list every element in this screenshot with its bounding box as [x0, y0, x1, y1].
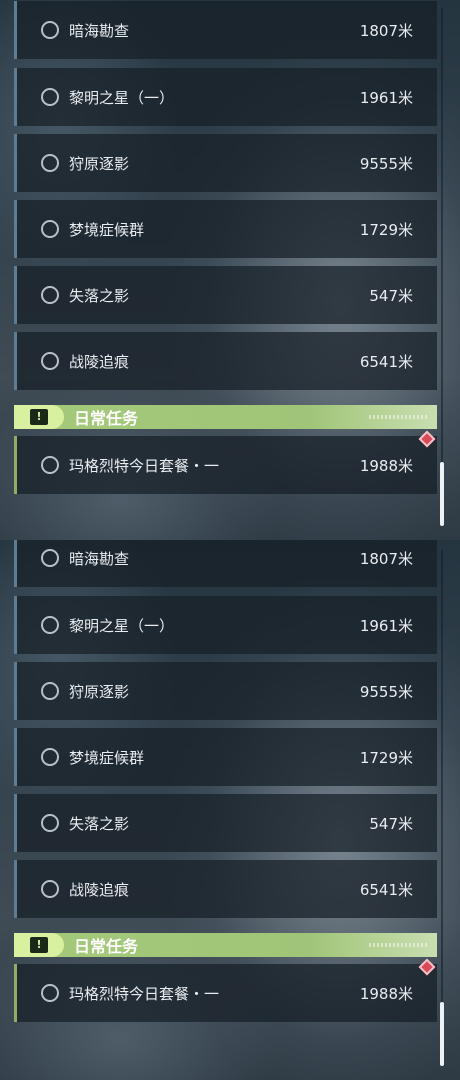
quest-radio-icon[interactable]	[41, 616, 59, 634]
quest-distance: 547米	[369, 814, 413, 833]
quest-distance: 1961米	[359, 616, 413, 635]
quest-panel-bottom: 暗海勘查 1807米 黎明之星（一） 1961米 狩原逐影 9555米 梦境症候…	[0, 540, 460, 1080]
exclamation-icon: !	[30, 409, 48, 425]
quest-radio-icon[interactable]	[41, 984, 59, 1002]
quest-row[interactable]: 狩原逐影 9555米	[14, 662, 437, 720]
quest-title: 玛格烈特今日套餐・一	[69, 456, 220, 475]
quest-title: 失落之影	[69, 286, 130, 305]
section-badge: !	[14, 405, 64, 429]
daily-section-header: ! 日常任务	[14, 405, 437, 429]
quest-distance: 1988米	[359, 456, 413, 475]
quest-radio-icon[interactable]	[41, 154, 59, 172]
quest-row[interactable]: 暗海勘查 1807米	[14, 540, 437, 587]
quest-radio-icon[interactable]	[41, 748, 59, 766]
section-title: 日常任务	[74, 409, 139, 428]
quest-distance: 1961米	[359, 88, 413, 107]
quest-distance: 9555米	[359, 682, 413, 701]
quest-distance: 6541米	[359, 880, 413, 899]
scrollbar-track[interactable]	[441, 8, 443, 526]
quest-radio-icon[interactable]	[41, 456, 59, 474]
quest-radio-icon[interactable]	[41, 88, 59, 106]
quest-radio-icon[interactable]	[41, 549, 59, 567]
section-title: 日常任务	[74, 937, 139, 956]
daily-quest-row[interactable]: 玛格烈特今日套餐・一 1988米	[14, 964, 437, 1022]
quest-row[interactable]: 黎明之星（一） 1961米	[14, 596, 437, 654]
daily-section-header: ! 日常任务	[14, 933, 437, 957]
daily-quest-row[interactable]: 玛格烈特今日套餐・一 1988米	[14, 436, 437, 494]
quest-radio-icon[interactable]	[41, 352, 59, 370]
quest-row[interactable]: 战陵追痕 6541米	[14, 332, 437, 390]
quest-distance: 1988米	[359, 984, 413, 1003]
quest-distance: 1807米	[359, 549, 413, 568]
quest-title: 黎明之星（一）	[69, 616, 175, 635]
section-decoration	[369, 943, 429, 947]
quest-row[interactable]: 失落之影 547米	[14, 266, 437, 324]
quest-title: 狩原逐影	[69, 154, 130, 173]
quest-title: 战陵追痕	[69, 352, 130, 371]
scrollbar-thumb[interactable]	[440, 1002, 444, 1066]
section-decoration	[369, 415, 429, 419]
quest-radio-icon[interactable]	[41, 682, 59, 700]
quest-title: 梦境症候群	[69, 748, 145, 767]
quest-row[interactable]: 黎明之星（一） 1961米	[14, 68, 437, 126]
scrollbar-track[interactable]	[441, 550, 443, 1066]
quest-distance: 1729米	[359, 748, 413, 767]
exclamation-icon: !	[30, 937, 48, 953]
quest-distance: 6541米	[359, 352, 413, 371]
quest-distance: 547米	[369, 286, 413, 305]
quest-title: 梦境症候群	[69, 220, 145, 239]
quest-radio-icon[interactable]	[41, 880, 59, 898]
quest-title: 玛格烈特今日套餐・一	[69, 984, 220, 1003]
quest-title: 狩原逐影	[69, 682, 130, 701]
section-badge: !	[14, 933, 64, 957]
quest-radio-icon[interactable]	[41, 21, 59, 39]
quest-radio-icon[interactable]	[41, 220, 59, 238]
quest-title: 暗海勘查	[69, 21, 130, 40]
quest-title: 失落之影	[69, 814, 130, 833]
quest-radio-icon[interactable]	[41, 814, 59, 832]
quest-title: 暗海勘查	[69, 549, 130, 568]
quest-row[interactable]: 狩原逐影 9555米	[14, 134, 437, 192]
quest-distance: 1807米	[359, 21, 413, 40]
quest-distance: 1729米	[359, 220, 413, 239]
quest-title: 黎明之星（一）	[69, 88, 175, 107]
quest-panel-top: 暗海勘查 1807米 黎明之星（一） 1961米 狩原逐影 9555米 梦境症候…	[0, 0, 460, 540]
quest-distance: 9555米	[359, 154, 413, 173]
quest-row[interactable]: 失落之影 547米	[14, 794, 437, 852]
quest-row[interactable]: 暗海勘查 1807米	[14, 1, 437, 59]
quest-row[interactable]: 战陵追痕 6541米	[14, 860, 437, 918]
scrollbar-thumb[interactable]	[440, 462, 444, 526]
quest-row[interactable]: 梦境症候群 1729米	[14, 728, 437, 786]
quest-title: 战陵追痕	[69, 880, 130, 899]
quest-radio-icon[interactable]	[41, 286, 59, 304]
quest-row[interactable]: 梦境症候群 1729米	[14, 200, 437, 258]
